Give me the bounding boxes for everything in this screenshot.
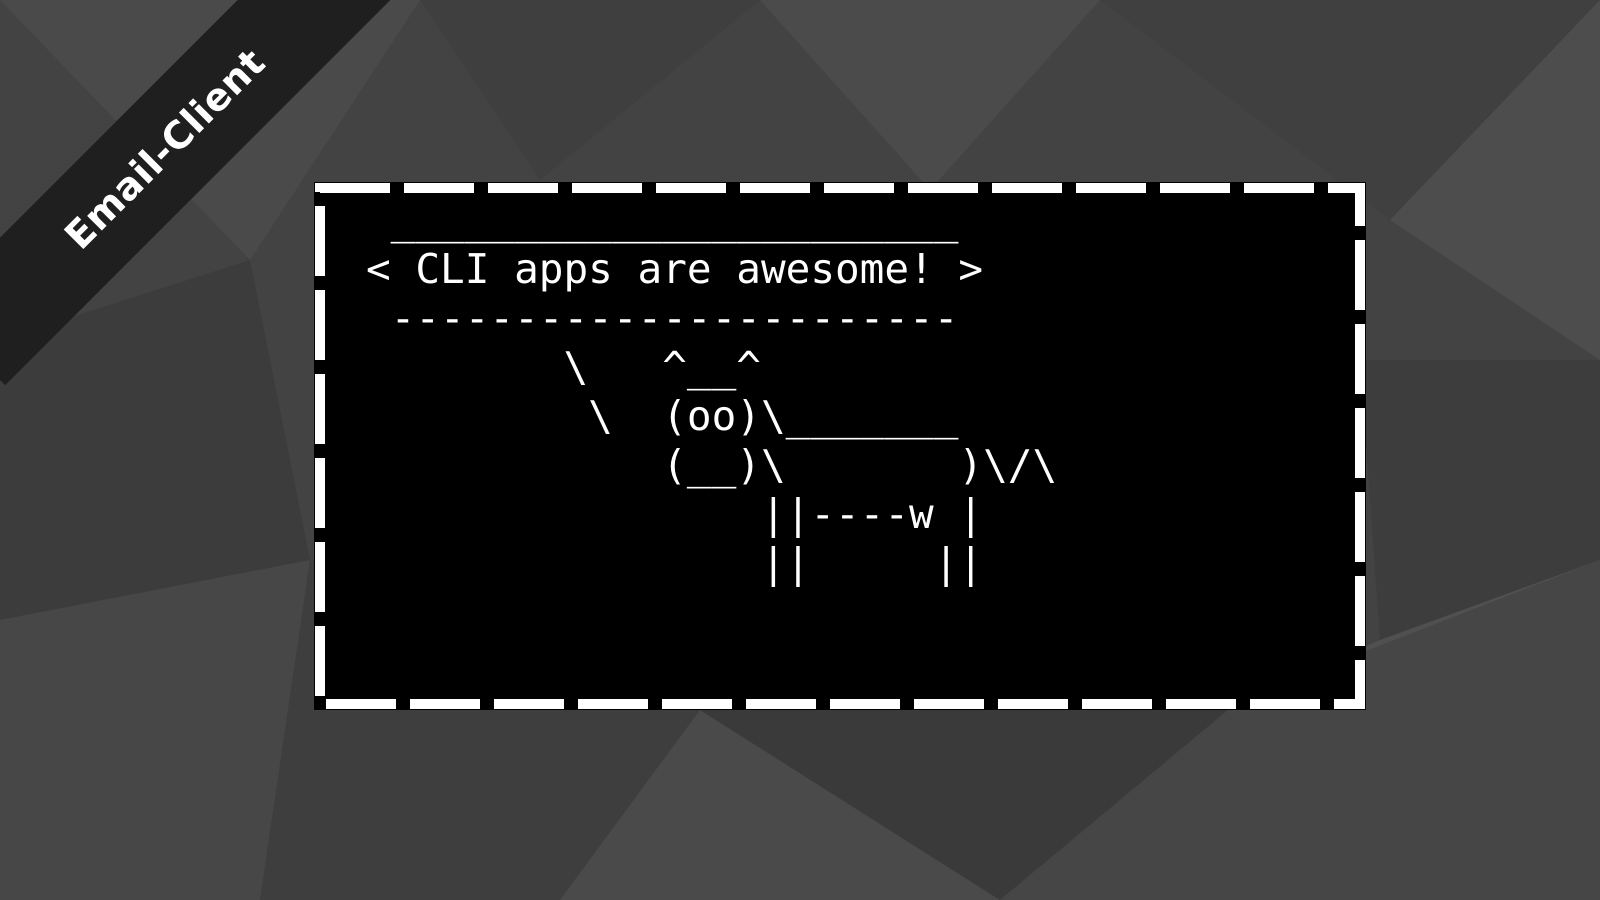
- terminal-line: < CLI apps are awesome! >: [366, 245, 984, 293]
- terminal-line: ||----w |: [366, 490, 984, 538]
- terminal-line: \ ^__^: [366, 343, 761, 391]
- terminal-line: (__)\ )\/\: [366, 441, 1058, 489]
- terminal-line: || ||: [366, 539, 984, 587]
- terminal-line: -----------------------: [366, 294, 959, 342]
- terminal-line: _______________________: [366, 196, 959, 244]
- terminal-line: \ (oo)\_______: [366, 392, 959, 440]
- terminal-window: _______________________ < CLI apps are a…: [314, 182, 1366, 710]
- cowsay-output: _______________________ < CLI apps are a…: [366, 196, 1057, 588]
- promo-graphic: Email-Client _______________________ < C…: [0, 0, 1600, 900]
